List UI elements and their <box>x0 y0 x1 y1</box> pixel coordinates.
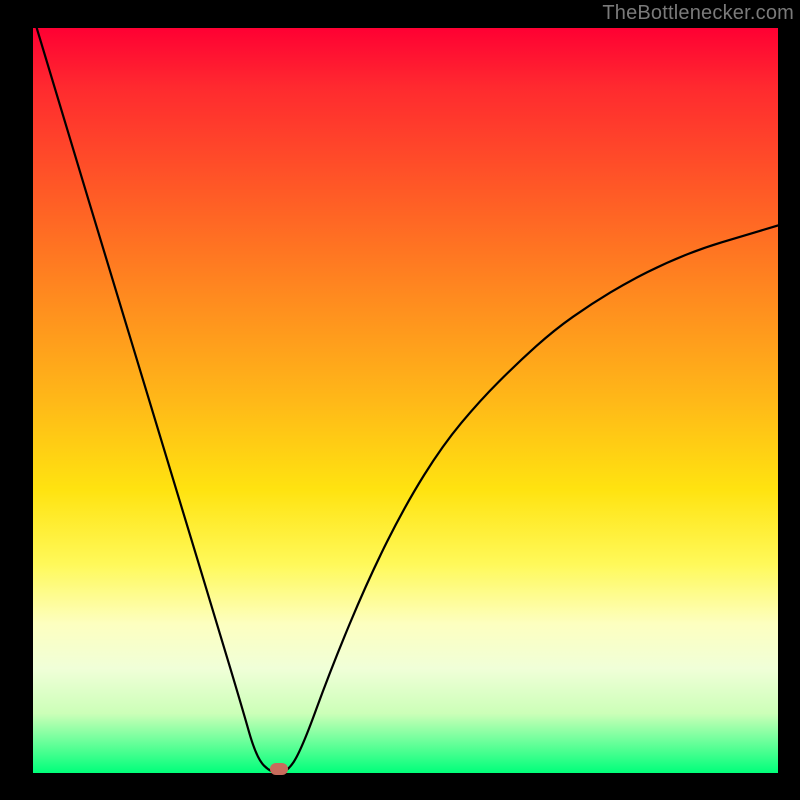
plot-area <box>33 28 778 773</box>
bottleneck-curve <box>33 28 778 773</box>
attribution-label: TheBottlenecker.com <box>602 2 794 25</box>
optimal-point-marker <box>270 763 288 775</box>
chart-frame: TheBottlenecker.com <box>0 0 800 800</box>
